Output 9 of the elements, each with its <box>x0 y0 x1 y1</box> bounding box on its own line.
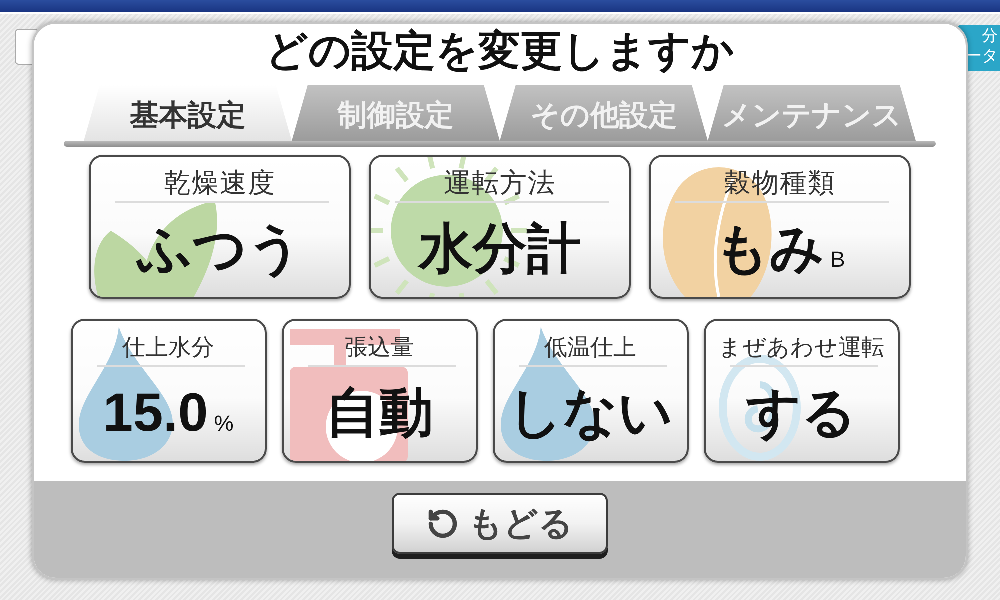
setting-button[interactable]: 仕上水分 15.0% <box>70 319 266 463</box>
setting-button[interactable]: 運転方法 水分計 <box>369 155 631 299</box>
dialog-title: どの設定を変更しますか <box>264 26 736 76</box>
undo-icon <box>426 508 458 540</box>
setting-button[interactable]: 低温仕上 しない <box>492 319 688 463</box>
setting-button[interactable]: まぜあわせ運転 する <box>704 319 900 463</box>
setting-button[interactable]: 乾燥速度 ふつう <box>89 155 351 299</box>
setting-button[interactable]: 張込量 自動 <box>282 319 478 463</box>
setting-button[interactable]: 穀物種類 もみ B <box>649 155 911 299</box>
